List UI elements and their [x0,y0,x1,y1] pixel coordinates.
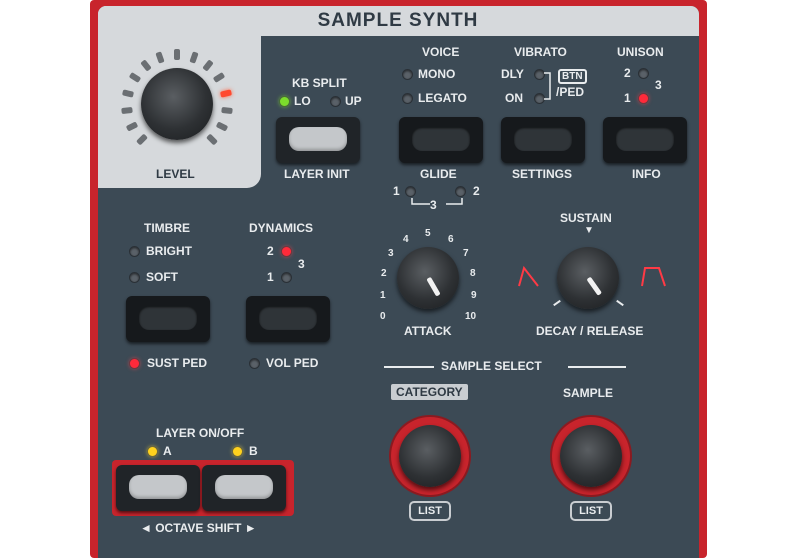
dynamics-1-label: 1 [267,270,274,284]
attack-knob[interactable] [397,247,459,309]
layer-a-label: A [163,444,172,458]
glide-bracket [411,198,463,205]
kb-split-label: KB SPLIT [292,76,347,90]
voice-mono-led [403,70,412,79]
layer-b-label: B [249,444,258,458]
layer-b-button[interactable] [202,465,286,511]
dynamics-1-led [282,273,291,282]
layer-init-button[interactable] [276,117,360,163]
layer-init-label: LAYER INIT [284,167,350,181]
attack-scale-3: 3 [388,248,394,259]
info-label: INFO [632,167,661,181]
vibrato-bracket [544,72,551,100]
decay-release-knob[interactable] [557,247,619,309]
kb-split-lo-led [280,97,289,106]
glide-2-label: 2 [473,184,480,198]
kb-split-up-label: UP [345,94,362,108]
dynamics-2-label: 2 [267,244,274,258]
timbre-button[interactable] [126,296,210,342]
glide-1-label: 1 [393,184,400,198]
attack-label: ATTACK [404,324,452,338]
kb-split-lo-label: LO [294,94,311,108]
category-encoder[interactable] [399,425,461,487]
sust-ped-led [130,359,139,368]
sample-synth-panel: SAMPLE SYNTH LEVEL KB SPLIT LO UP LAYER … [98,6,699,558]
layer-a-led [148,447,157,456]
dynamics-3-label: 3 [298,257,305,271]
vol-ped-led [250,359,259,368]
level-label: LEVEL [156,167,195,181]
release-shape-icon [641,267,666,287]
settings-label: SETTINGS [512,167,573,181]
layer-b-led [233,447,242,456]
decay-release-knob-pointer [586,276,603,296]
attack-scale-7: 7 [463,248,469,259]
layer-onoff-label: LAYER ON/OFF [156,426,245,440]
vibrato-btn-tag: BTN [558,69,587,84]
category-label: CATEGORY [391,384,468,400]
timbre-bright-led [130,247,139,256]
level-knob[interactable] [141,68,213,140]
timbre-soft-label: SOFT [146,270,178,284]
unison-1-led [639,94,648,103]
attack-scale-0: 0 [380,311,386,322]
vibrato-button[interactable] [501,117,585,163]
timbre-label: TIMBRE [144,221,190,235]
level-segment [121,106,134,114]
vol-ped-label: VOL PED [266,356,319,370]
sample-select-label: SAMPLE SELECT [441,359,542,373]
attack-scale-6: 6 [448,234,454,245]
glide-3-label: 3 [430,198,437,212]
unison-2-led [639,69,648,78]
attack-scale-4: 4 [403,234,409,245]
unison-1-label: 1 [624,91,631,105]
octave-shift-label: ◄ OCTAVE SHIFT ► [140,521,257,535]
attack-scale-10: 10 [465,311,477,322]
layer-a-button[interactable] [116,465,200,511]
attack-scale-1: 1 [380,290,386,301]
decay-max-tick [616,299,624,307]
decay-release-label: DECAY / RELEASE [536,324,644,338]
voice-legato-led [403,94,412,103]
unison-label: UNISON [617,45,664,59]
kb-split-up-led [331,97,340,106]
dynamics-label: DYNAMICS [249,221,314,235]
decay-min-tick [553,299,561,307]
module-title: SAMPLE SYNTH [317,10,479,31]
vibrato-label: VIBRATO [514,45,567,59]
sample-select-line-left [384,366,434,368]
sample-list-button[interactable]: LIST [570,501,612,521]
decay-shape-icon [518,265,539,287]
voice-mono-label: MONO [418,67,456,81]
voice-button[interactable] [399,117,483,163]
unison-button[interactable] [603,117,687,163]
attack-knob-pointer [426,276,441,297]
attack-scale-8: 8 [470,268,476,279]
timbre-bright-label: BRIGHT [146,244,192,258]
unison-2-label: 2 [624,66,631,80]
dynamics-2-led [282,247,291,256]
attack-scale-9: 9 [471,290,477,301]
level-segment [174,49,180,60]
category-list-button[interactable]: LIST [409,501,451,521]
sample-select-line-right [568,366,626,368]
sust-ped-label: SUST PED [147,356,208,370]
sample-encoder[interactable] [560,425,622,487]
vibrato-on-label: ON [505,91,523,105]
voice-label: VOICE [422,45,460,59]
unison-3-label: 3 [655,78,662,92]
sustain-arrow-icon: ▼ [584,225,594,236]
glide-label: GLIDE [420,167,457,181]
attack-scale-5: 5 [425,228,431,239]
level-segment [220,106,233,114]
timbre-soft-led [130,273,139,282]
attack-scale-2: 2 [381,268,387,279]
vibrato-ped-label: /PED [556,85,585,99]
voice-legato-label: LEGATO [418,91,467,105]
dynamics-button[interactable] [246,296,330,342]
sample-label: SAMPLE [563,386,614,400]
sustain-label: SUSTAIN [560,211,612,225]
vibrato-dly-label: DLY [501,67,524,81]
